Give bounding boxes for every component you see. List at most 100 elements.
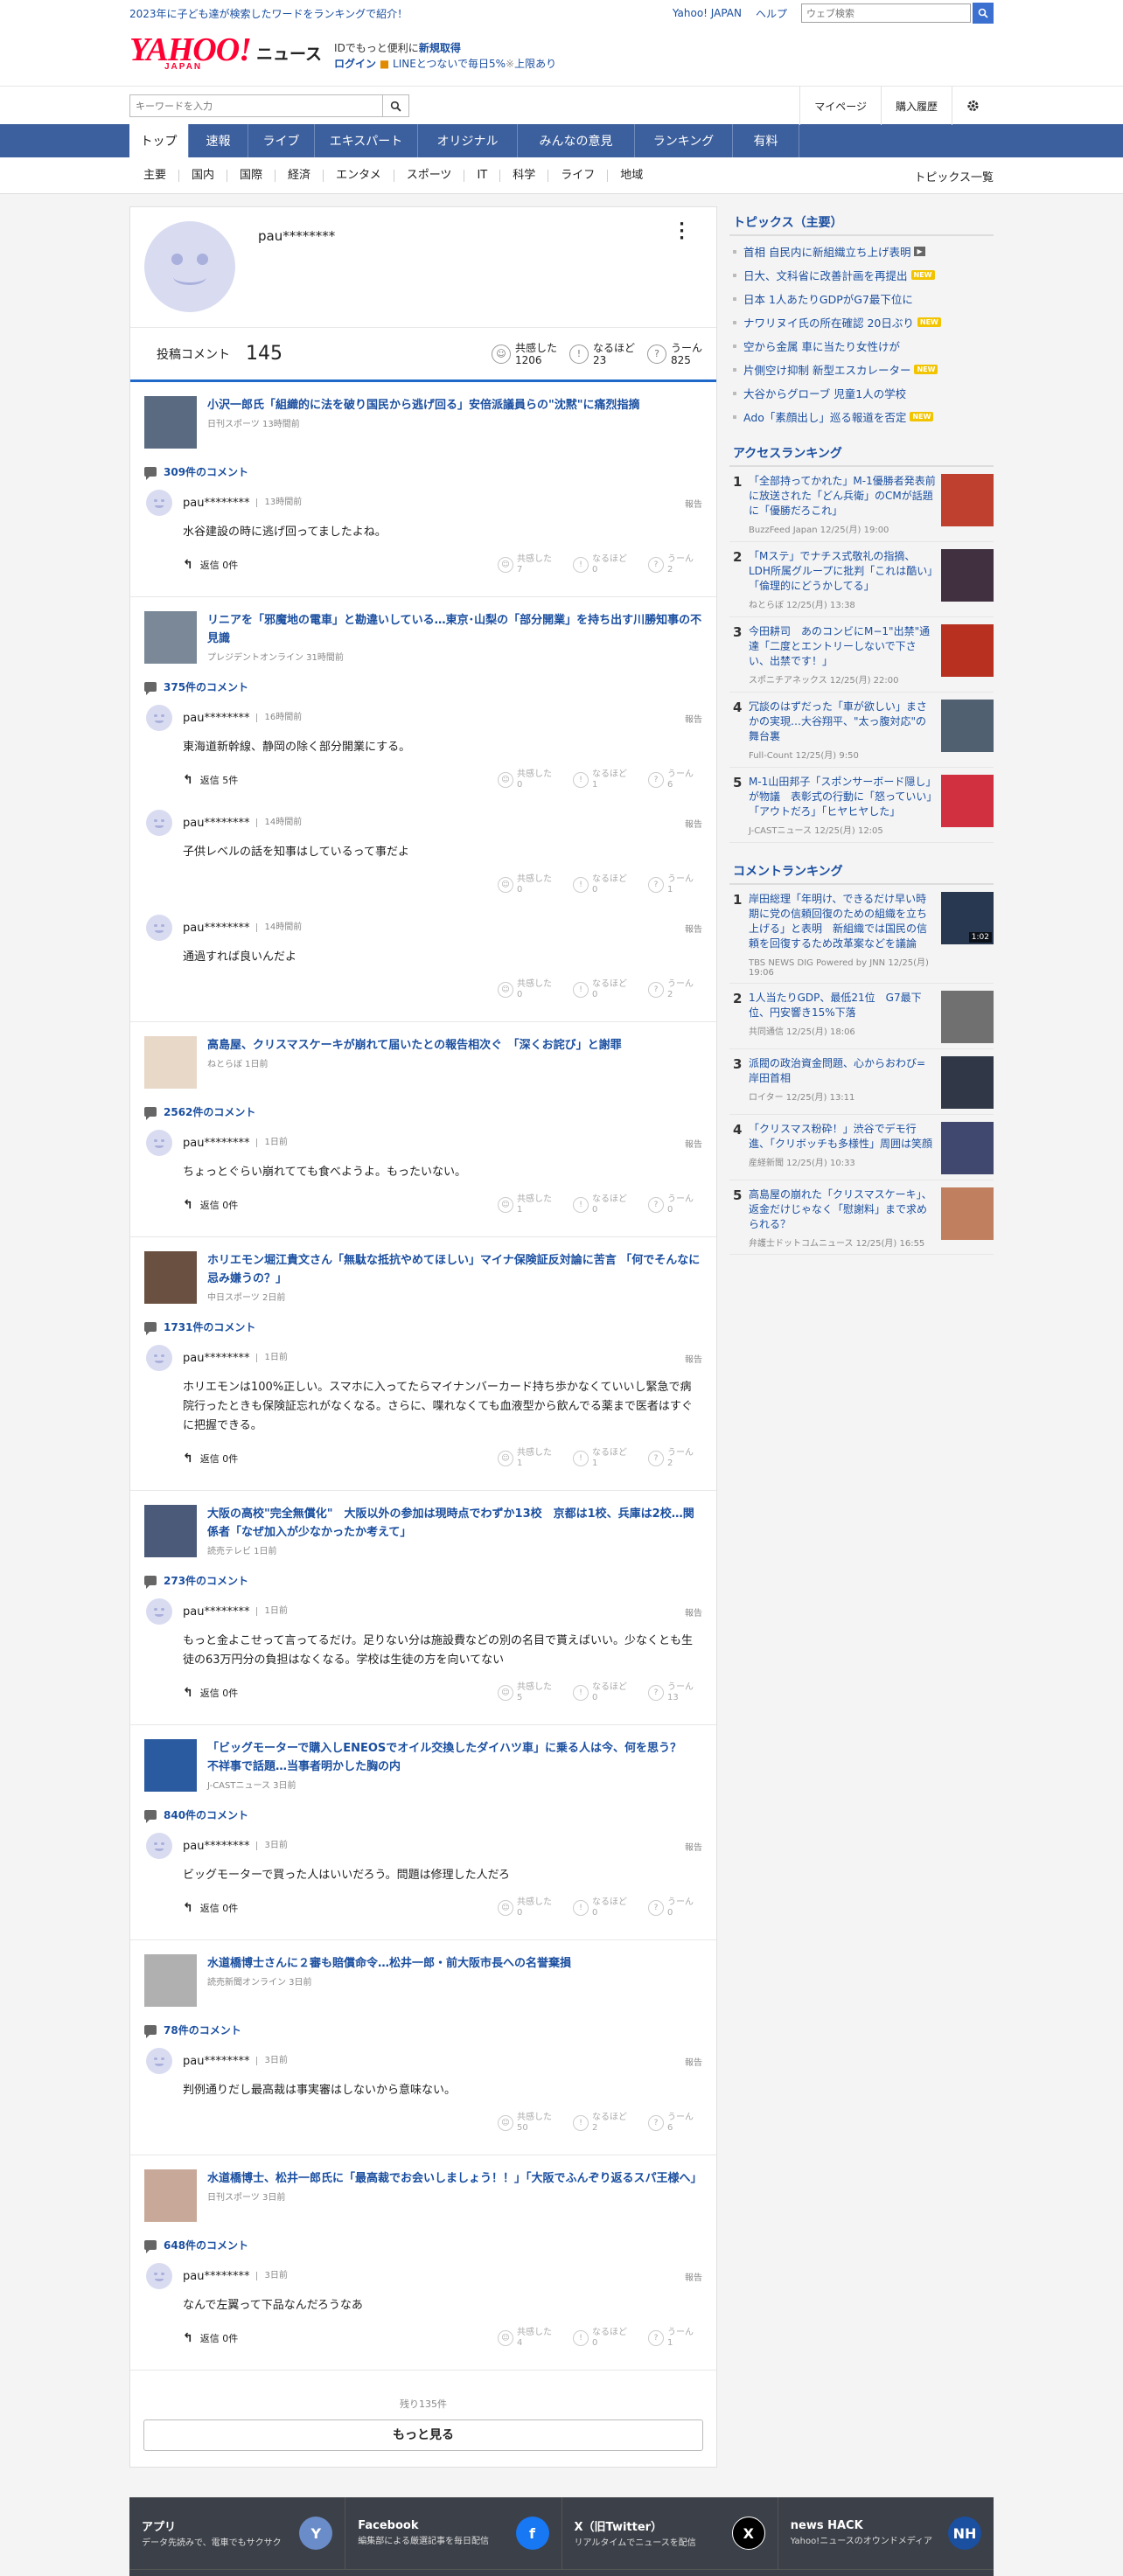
comment-count-link[interactable]: 78件のコメント: [130, 2007, 716, 2043]
empathy-reaction[interactable]: ☺ 共感した 0: [489, 1897, 552, 1918]
avatar[interactable]: [144, 221, 235, 312]
topic-link[interactable]: Ado「素顔出し」巡る報道を否定 NEW: [733, 405, 994, 428]
article-thumbnail[interactable]: [144, 2169, 197, 2222]
topic-link[interactable]: ナワリヌイ氏の所在確認 20日ぶり NEW: [733, 310, 994, 334]
avatar[interactable]: [146, 705, 172, 731]
category-link[interactable]: 科学: [500, 170, 549, 182]
comment-count-link[interactable]: 648件のコメント: [130, 2222, 716, 2258]
category-link[interactable]: IT: [464, 170, 501, 182]
report-link[interactable]: 報告: [685, 497, 702, 510]
ranking-item[interactable]: 1 「全部持ってかれた」M-1優勝者発表前に放送された「どん兵衛」のCMが話題に「…: [729, 467, 994, 542]
ranking-item[interactable]: 2 1人当たりGDP、最低21位 G7最下位、円安響き15%下落 共同通信 12/2…: [729, 984, 994, 1049]
comment-count-link[interactable]: 1731件のコメント: [130, 1304, 716, 1340]
category-link[interactable]: 経済: [276, 170, 324, 182]
topic-link[interactable]: 大谷からグローブ 児童1人の学校: [733, 381, 994, 405]
article-thumbnail[interactable]: [144, 1036, 197, 1089]
signup-link[interactable]: 新規取得: [419, 42, 461, 54]
ranking-item[interactable]: 2 「Mステ」でナチス式敬礼の指摘、LDH所属グループに批判「これは酷い」「倫理的…: [729, 542, 994, 617]
article-title[interactable]: 「ビッグモーターで購入しENEOSでオイル交換したダイハツ車」に乗る人は今、何を…: [207, 1742, 693, 1773]
comment-username[interactable]: pau********: [183, 922, 249, 935]
naruhodo-reaction[interactable]: ! なるほど 0: [564, 554, 627, 575]
empathy-reaction[interactable]: ☺ 共感した 0: [489, 874, 552, 895]
help-link[interactable]: ヘルプ: [756, 6, 787, 21]
comment-count-link[interactable]: 273件のコメント: [130, 1557, 716, 1593]
gnav-tab[interactable]: 速報: [189, 124, 248, 157]
report-link[interactable]: 報告: [685, 2055, 702, 2068]
naruhodo-reaction[interactable]: ! なるほど 1: [564, 1448, 627, 1469]
load-more-button[interactable]: もっと見る: [143, 2419, 703, 2451]
report-link[interactable]: 報告: [685, 1605, 702, 1619]
avatar[interactable]: [146, 1833, 172, 1859]
login-link[interactable]: ログイン: [334, 58, 376, 70]
comment-username[interactable]: pau********: [183, 1137, 249, 1150]
comment-username[interactable]: pau********: [183, 1352, 249, 1365]
category-link[interactable]: 国内: [179, 170, 228, 182]
report-link[interactable]: 報告: [685, 2270, 702, 2283]
avatar[interactable]: [146, 1598, 172, 1625]
ranking-item[interactable]: 4 「クリスマス粉砕！」渋谷でデモ行進、「クリボッチも多様性」周囲は笑顔 産経新聞 …: [729, 1115, 994, 1180]
report-link[interactable]: 報告: [685, 712, 702, 725]
article-thumbnail[interactable]: [144, 1505, 197, 1557]
naruhodo-reaction[interactable]: ! なるほど 2: [564, 2113, 627, 2134]
yahoo-logo[interactable]: YAHOO! JAPAN: [129, 33, 252, 72]
article-thumbnail[interactable]: [144, 1739, 197, 1792]
uun-reaction[interactable]: ? うーん 2: [639, 979, 702, 1000]
report-link[interactable]: 報告: [685, 817, 702, 830]
article-title[interactable]: 大阪の高校"完全無償化" 大阪以外の参加は現時点でわずか13校 京都は1校、兵庫…: [207, 1507, 694, 1539]
reply-button[interactable]: ↰ 返信 0件: [183, 2331, 477, 2345]
empathy-reaction[interactable]: ☺ 共感した 50: [489, 2113, 552, 2134]
category-link[interactable]: ライフ: [548, 170, 609, 182]
comment-count-link[interactable]: 840件のコメント: [130, 1792, 716, 1828]
purchase-history-button[interactable]: 購入履歴: [880, 87, 952, 125]
uun-reaction[interactable]: ? うーん 2: [639, 1448, 702, 1469]
reply-button[interactable]: ↰ 返信 0件: [183, 1686, 477, 1700]
article-thumbnail[interactable]: [144, 611, 197, 664]
comment-username[interactable]: pau********: [183, 2055, 249, 2068]
ranking-item[interactable]: 5 高島屋の崩れた「クリスマスケーキ」、返金だけじゃなく「慰謝料」まで求められる？…: [729, 1180, 994, 1255]
uun-reaction[interactable]: ? うーん 1: [639, 2328, 702, 2349]
keyword-search-button[interactable]: [383, 94, 409, 117]
gnav-tab[interactable]: オリジナル: [418, 124, 518, 157]
comment-count-link[interactable]: 309件のコメント: [130, 449, 716, 484]
avatar[interactable]: [146, 490, 172, 516]
avatar[interactable]: [146, 2048, 172, 2074]
uun-reaction[interactable]: ? うーん 1: [639, 874, 702, 895]
comment-username[interactable]: pau********: [183, 1605, 249, 1619]
report-link[interactable]: 報告: [685, 1840, 702, 1853]
footer-link[interactable]: news HACK Yahoo!ニュースのオウンドメディア NH: [778, 2497, 994, 2569]
uun-reaction[interactable]: ? うーん 13: [639, 1682, 702, 1703]
web-search-button[interactable]: [973, 3, 994, 24]
article-thumbnail[interactable]: [144, 396, 197, 449]
gnav-tab[interactable]: ランキング: [635, 124, 733, 157]
avatar[interactable]: [146, 1345, 172, 1371]
avatar[interactable]: [146, 810, 172, 836]
comment-count-link[interactable]: 2562件のコメント: [130, 1089, 716, 1124]
naruhodo-reaction[interactable]: ! なるほど 0: [564, 979, 627, 1000]
avatar[interactable]: [146, 1130, 172, 1156]
web-search-input[interactable]: [801, 3, 971, 23]
reply-button[interactable]: ↰ 返信 0件: [183, 1198, 477, 1212]
gnav-tab[interactable]: エキスパート: [315, 124, 418, 157]
uun-reaction[interactable]: ? うーん 6: [639, 769, 702, 790]
topic-link[interactable]: 片側空け抑制 新型エスカレーター NEW: [733, 358, 994, 381]
naruhodo-reaction[interactable]: ! なるほど 0: [564, 1194, 627, 1215]
ranking-item[interactable]: 1 岸田総理「年明け、できるだけ早い時期に党の信頼回復のための組織を立ち上げる」と…: [729, 885, 994, 984]
ranking-item[interactable]: 4 冗談のはずだった「車が欲しい」まさかの実現…大谷翔平、"太っ腹対応"の舞台裏 F…: [729, 693, 994, 768]
empathy-reaction[interactable]: ☺ 共感した 4: [489, 2328, 552, 2349]
uun-reaction[interactable]: ? うーん 2: [639, 554, 702, 575]
empathy-reaction[interactable]: ☺ 共感した 1: [489, 1194, 552, 1215]
ranking-item[interactable]: 3 派閥の政治資金問題、心からおわび=岸田首相 ロイター 12/25(月) 13:1…: [729, 1049, 994, 1115]
category-link[interactable]: 主要: [129, 170, 180, 182]
comment-username[interactable]: pau********: [183, 2270, 249, 2283]
category-link[interactable]: 国際: [227, 170, 276, 182]
profile-username[interactable]: pau********: [258, 228, 335, 327]
report-link[interactable]: 報告: [685, 1352, 702, 1365]
more-options-icon[interactable]: · · ·: [679, 217, 685, 247]
footer-link[interactable]: X（旧Twitter） リアルタイムでニュースを配信 X: [562, 2497, 778, 2569]
promo-link[interactable]: 2023年に子ども達が検索したワードをランキングで紹介！: [129, 6, 673, 21]
article-thumbnail[interactable]: [144, 1251, 197, 1304]
empathy-reaction[interactable]: ☺ 共感した 7: [489, 554, 552, 575]
report-link[interactable]: 報告: [685, 922, 702, 935]
reply-button[interactable]: ↰ 返信 0件: [183, 1452, 477, 1466]
mypage-button[interactable]: マイページ: [799, 87, 881, 125]
